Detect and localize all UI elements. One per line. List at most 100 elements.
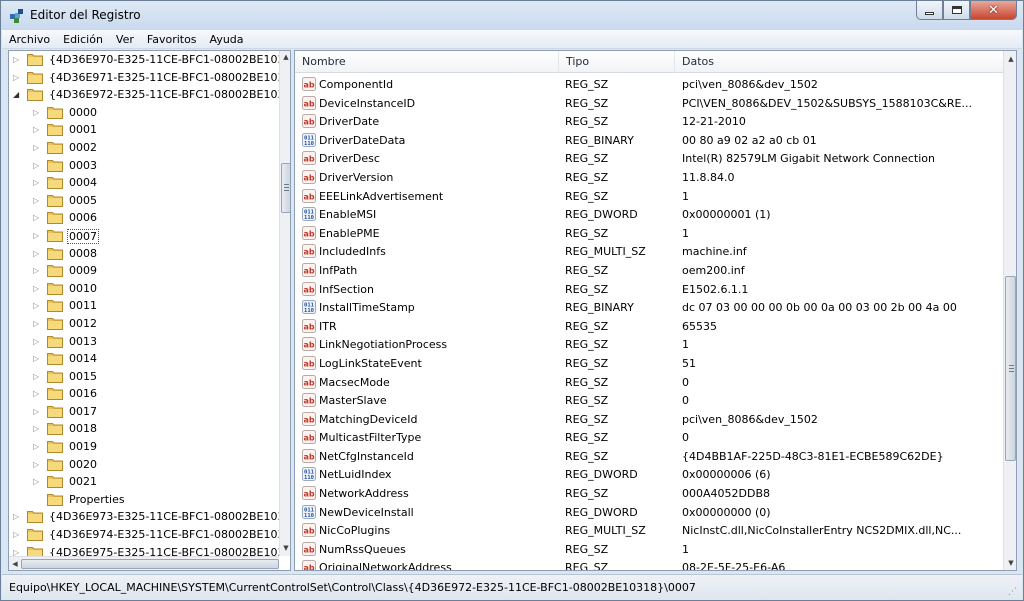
value-row[interactable]: ab NetworkAddress REG_SZ 000A4052DDB8 [295, 484, 1003, 503]
minimize-button[interactable] [916, 1, 943, 20]
tree-item[interactable]: ▷ 0015 [9, 368, 279, 386]
tree-item[interactable]: ▷ 0021 [9, 473, 279, 491]
collapsed-arrow-icon[interactable]: ▷ [33, 125, 41, 134]
menu-item-archivo[interactable]: Archivo [2, 33, 56, 46]
value-row[interactable]: ab ITR REG_SZ 65535 [295, 317, 1003, 336]
tree-item[interactable]: ▷ 0000 [9, 104, 279, 122]
tree-item[interactable]: ▷ 0012 [9, 315, 279, 333]
collapsed-arrow-icon[interactable]: ▷ [33, 266, 41, 275]
tree-item[interactable]: ▷ 0003 [9, 157, 279, 175]
collapsed-arrow-icon[interactable]: ▷ [33, 178, 41, 187]
value-row[interactable]: ab InfPath REG_SZ oem200.inf [295, 261, 1003, 280]
value-row[interactable]: 011 110 NewDeviceInstall REG_DWORD 0x0000000… [295, 503, 1003, 522]
collapsed-arrow-icon[interactable]: ▷ [13, 55, 21, 64]
tree-item[interactable]: ▷ 0016 [9, 385, 279, 403]
key-tree-pane[interactable]: ▷ {4D36E970-E325-11CE-BFC1-08002BE10318} ▷… [8, 50, 291, 571]
value-row[interactable]: ab MacsecMode REG_SZ 0 [295, 373, 1003, 392]
tree-item[interactable]: ▷ 0019 [9, 438, 279, 456]
column-header-data[interactable]: Datos [675, 51, 1003, 73]
tree-item[interactable]: Properties [9, 491, 279, 509]
value-row[interactable]: ab DriverVersion REG_SZ 11.8.84.0 [295, 168, 1003, 187]
value-row[interactable]: ab IncludedInfs REG_MULTI_SZ machine.inf [295, 242, 1003, 261]
tree-item[interactable]: ▷ 0010 [9, 280, 279, 298]
tree-item[interactable]: ▷ 0001 [9, 121, 279, 139]
tree-item[interactable]: ▷ 0014 [9, 350, 279, 368]
value-row[interactable]: ab LogLinkStateEvent REG_SZ 51 [295, 354, 1003, 373]
tree-item[interactable]: ▷ 0008 [9, 245, 279, 263]
tree-item[interactable]: ▷ 0005 [9, 192, 279, 210]
value-row[interactable]: ab LinkNegotiationProcess REG_SZ 1 [295, 335, 1003, 354]
tree-horizontal-scroll-thumb[interactable] [21, 559, 279, 569]
collapsed-arrow-icon[interactable]: ▷ [33, 424, 41, 433]
scroll-down-arrow-icon[interactable]: ▼ [280, 542, 290, 554]
value-row[interactable]: 011 110 InstallTimeStamp REG_BINARY dc 07 03… [295, 298, 1003, 317]
column-header-name[interactable]: Nombre [295, 51, 559, 73]
tree-item[interactable]: ▷ {4D36E970-E325-11CE-BFC1-08002BE10318} [9, 51, 290, 69]
tree-item[interactable]: ▷ 0020 [9, 456, 279, 474]
collapsed-arrow-icon[interactable]: ▷ [13, 512, 21, 521]
title-bar[interactable]: Editor del Registro ✕ [1, 1, 1023, 30]
value-row[interactable]: ab EEELinkAdvertisement REG_SZ 1 [295, 187, 1003, 206]
tree-vertical-scroll-thumb[interactable] [281, 163, 290, 213]
collapsed-arrow-icon[interactable]: ▷ [33, 407, 41, 416]
tree-item[interactable]: ◢ {4D36E972-E325-11CE-BFC1-08002BE10318} [9, 86, 290, 104]
value-row[interactable]: 011 110 EnableMSI REG_DWORD 0x00000001 (1) [295, 205, 1003, 224]
tree-item[interactable]: ▷ {4D36E971-E325-11CE-BFC1-08002BE10318} [9, 69, 290, 87]
collapsed-arrow-icon[interactable]: ▷ [33, 108, 41, 117]
values-scroll-down-arrow-icon[interactable]: ▼ [1005, 557, 1016, 569]
value-row[interactable]: ab DriverDesc REG_SZ Intel(R) 82579LM Gigab… [295, 149, 1003, 168]
value-row[interactable]: ab MatchingDeviceId REG_SZ pci\ven_8086&dev… [295, 410, 1003, 429]
value-row[interactable]: ab NicCoPlugins REG_MULTI_SZ NicInstC.dll,N… [295, 521, 1003, 540]
collapsed-arrow-icon[interactable]: ▷ [33, 460, 41, 469]
close-button[interactable]: ✕ [970, 1, 1017, 20]
collapsed-arrow-icon[interactable]: ▷ [33, 213, 41, 222]
value-row[interactable]: ab DriverDate REG_SZ 12-21-2010 [295, 112, 1003, 131]
value-row[interactable]: ab NumRssQueues REG_SZ 1 [295, 540, 1003, 559]
tree-item[interactable]: ▷ 0004 [9, 174, 279, 192]
collapsed-arrow-icon[interactable]: ▷ [33, 319, 41, 328]
value-row[interactable]: ab OriginalNetworkAddress REG_SZ 08-2E-5F-2… [295, 558, 1003, 570]
collapsed-arrow-icon[interactable]: ▷ [33, 372, 41, 381]
value-row[interactable]: ab DeviceInstanceID REG_SZ PCI\VEN_8086&DEV… [295, 94, 1003, 113]
values-vertical-scroll-thumb[interactable] [1005, 276, 1016, 461]
value-row[interactable]: 011 110 NetLuidIndex REG_DWORD 0x00000006 (6… [295, 465, 1003, 484]
values-scroll-up-arrow-icon[interactable]: ▲ [1005, 53, 1016, 65]
values-pane[interactable]: Nombre Tipo Datos ab ComponentId REG_SZ pci… [294, 50, 1017, 571]
menu-item-ayuda[interactable]: Ayuda [203, 33, 250, 46]
collapsed-arrow-icon[interactable]: ▷ [33, 249, 41, 258]
collapsed-arrow-icon[interactable]: ▷ [33, 354, 41, 363]
value-row[interactable]: ab MasterSlave REG_SZ 0 [295, 391, 1003, 410]
tree-item[interactable]: ▷ 0002 [9, 139, 279, 157]
tree-item[interactable]: ▷ {4D36E974-E325-11CE-BFC1-08002BE10318} [9, 526, 290, 544]
tree-item[interactable]: ▷ 0007 [9, 227, 279, 245]
scroll-left-arrow-icon[interactable]: ◀ [9, 558, 21, 570]
value-row[interactable]: ab MulticastFilterType REG_SZ 0 [295, 428, 1003, 447]
collapsed-arrow-icon[interactable]: ▷ [33, 161, 41, 170]
tree-item[interactable]: ▷ 0011 [9, 297, 279, 315]
tree-item[interactable]: ▷ 0018 [9, 420, 279, 438]
collapsed-arrow-icon[interactable]: ▷ [13, 530, 21, 539]
collapsed-arrow-icon[interactable]: ▷ [33, 143, 41, 152]
value-row[interactable]: 011 110 DriverDateData REG_BINARY 00 80 a9 0… [295, 131, 1003, 150]
menu-item-favoritos[interactable]: Favoritos [140, 33, 203, 46]
tree-item[interactable]: ▷ 0017 [9, 403, 279, 421]
tree-vertical-scrollbar[interactable]: ▲ ▼ [279, 51, 290, 556]
collapsed-arrow-icon[interactable]: ▷ [33, 301, 41, 310]
expanded-arrow-icon[interactable]: ◢ [13, 90, 21, 99]
tree-horizontal-scrollbar[interactable]: ◀ [9, 556, 279, 570]
tree-item[interactable]: ▷ 0013 [9, 333, 279, 351]
menu-item-edicion[interactable]: Edición [56, 33, 109, 46]
tree-item[interactable]: ▷ {4D36E973-E325-11CE-BFC1-08002BE10318} [9, 508, 290, 526]
collapsed-arrow-icon[interactable]: ▷ [13, 73, 21, 82]
scroll-up-arrow-icon[interactable]: ▲ [280, 51, 290, 63]
collapsed-arrow-icon[interactable]: ▷ [33, 337, 41, 346]
value-row[interactable]: ab NetCfgInstanceId REG_SZ {4D4BB1AF-225D-4… [295, 447, 1003, 466]
collapsed-arrow-icon[interactable]: ▷ [33, 442, 41, 451]
tree-item[interactable]: ▷ 0009 [9, 262, 279, 280]
values-vertical-scrollbar[interactable]: ▲ ▼ [1003, 51, 1016, 570]
collapsed-arrow-icon[interactable]: ▷ [33, 477, 41, 486]
resize-grip-icon[interactable]: ⋰ [1008, 586, 1020, 598]
menu-item-ver[interactable]: Ver [109, 33, 140, 46]
collapsed-arrow-icon[interactable]: ▷ [33, 231, 41, 240]
value-row[interactable]: ab EnablePME REG_SZ 1 [295, 224, 1003, 243]
